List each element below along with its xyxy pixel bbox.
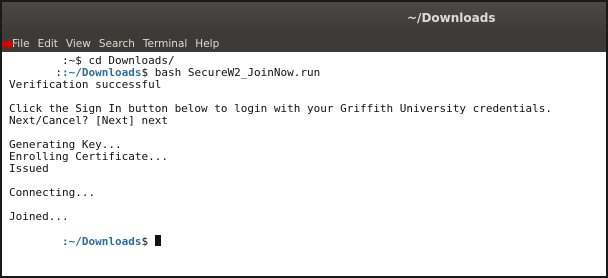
window-title: ~/Downloads <box>407 11 496 25</box>
terminal-line: Joined... <box>9 210 69 223</box>
title-bar[interactable]: ~/Downloads <box>2 2 606 36</box>
terminal-line: Connecting... <box>9 186 96 199</box>
terminal-line: Next/Cancel? [Next] next <box>9 114 168 127</box>
menu-edit[interactable]: Edit <box>38 38 58 50</box>
terminal-line: Issued <box>9 162 49 175</box>
menu-terminal[interactable]: Terminal <box>143 38 187 50</box>
menu-search[interactable]: Search <box>99 38 135 50</box>
prompt-suffix: $ <box>141 235 155 248</box>
menu-help[interactable]: Help <box>195 38 219 50</box>
command-text: bash SecureW2_JoinNow.run <box>148 66 321 79</box>
terminal-window: ~/Downloads File Edit View Search Termin… <box>0 0 608 278</box>
terminal-line: Verification successful <box>9 78 162 91</box>
menu-view[interactable]: View <box>66 38 91 50</box>
terminal-output[interactable]: :~$ cd Downloads/ ::~/Downloads$ bash Se… <box>2 52 606 276</box>
menu-bar: File Edit View Search Terminal Help <box>2 36 606 52</box>
prompt-path: :~/Downloads <box>61 235 142 248</box>
terminal-line: Enrolling Certificate... <box>9 150 168 163</box>
menu-file[interactable]: File <box>12 38 30 50</box>
terminal-line: :~/Downloads$ <box>9 235 606 248</box>
text-cursor <box>154 235 161 246</box>
red-arrow-icon <box>2 38 14 50</box>
